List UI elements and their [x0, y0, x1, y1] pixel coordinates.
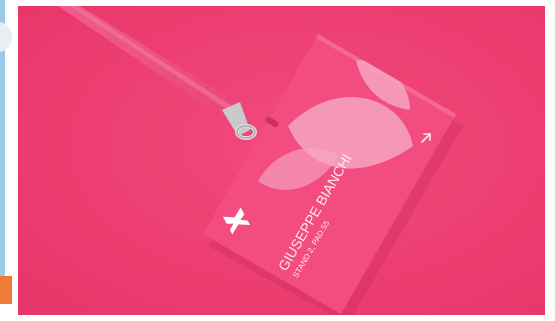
- left-page-edge: [0, 0, 14, 321]
- side-tab: [0, 22, 12, 52]
- badge-scene: GIUSEPPE BIANCHI STAND 2, PAD.55: [18, 6, 545, 315]
- badge-photo: GIUSEPPE BIANCHI STAND 2, PAD.55: [18, 6, 545, 315]
- orange-side-marker: [0, 276, 12, 304]
